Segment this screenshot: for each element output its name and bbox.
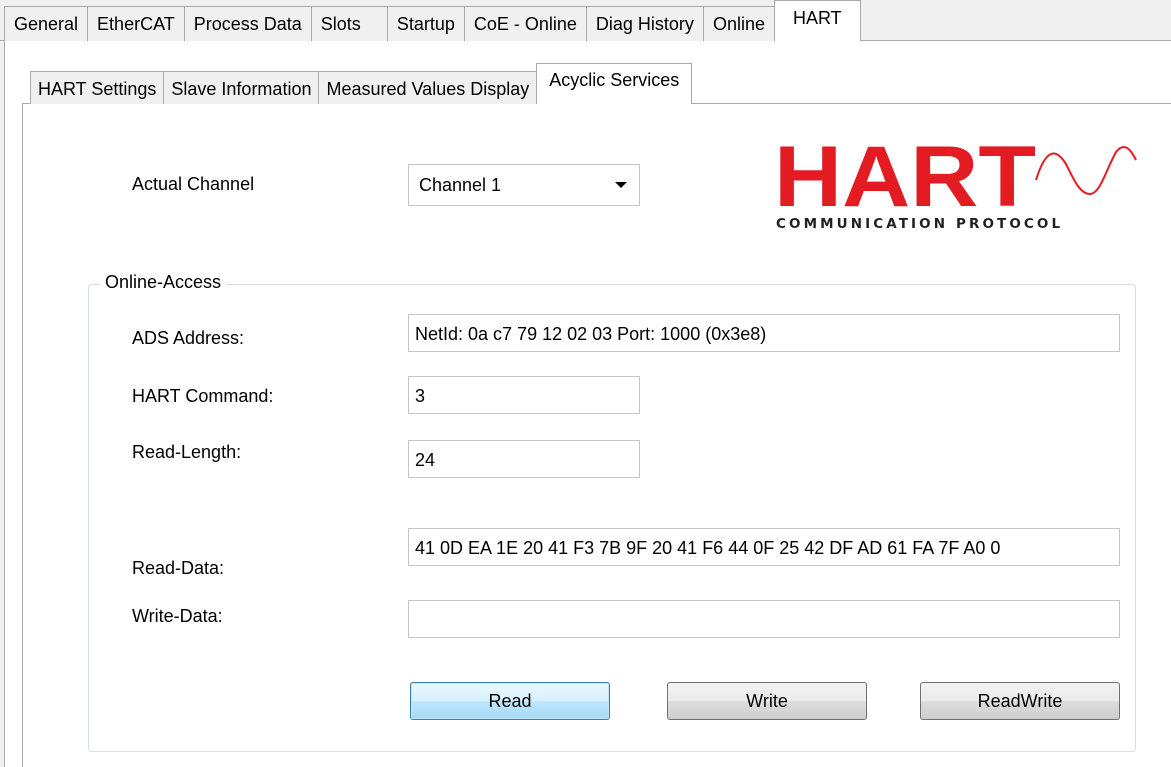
tab-startup[interactable]: Startup: [386, 6, 464, 41]
read-data-label: Read-Data:: [132, 558, 225, 578]
read-data-field[interactable]: 41 0D EA 1E 20 41 F3 7B 9F 20 41 F6 44 0…: [408, 528, 1120, 566]
tab-diag-history[interactable]: Diag History: [585, 6, 703, 41]
hart-logo-tagline: COMMUNICATION PROTOCOL: [776, 216, 1064, 232]
read-length-field[interactable]: 24: [408, 440, 640, 478]
sine-wave-icon: [1035, 145, 1137, 196]
hart-logo-wordmark: HART: [774, 140, 1036, 225]
channel-select-value: Channel 1: [419, 175, 502, 195]
ads-address-label: ADS Address:: [132, 328, 245, 348]
tab-measured-values-display[interactable]: Measured Values Display: [318, 71, 537, 104]
chevron-down-icon[interactable]: [615, 182, 627, 188]
tab-slave-information[interactable]: Slave Information: [163, 71, 319, 104]
readwrite-button[interactable]: ReadWrite: [920, 682, 1120, 720]
tab-hart[interactable]: HART: [773, 0, 861, 41]
inner-tab-strip: HART Settings Slave Information Measured…: [30, 63, 693, 104]
tab-coe-online[interactable]: CoE - Online: [463, 6, 586, 41]
actual-channel-label: Actual Channel: [132, 174, 255, 194]
hart-command-field[interactable]: 3: [408, 376, 640, 414]
write-data-label: Write-Data:: [132, 606, 223, 626]
online-access-title: Online-Access: [100, 272, 227, 293]
write-button[interactable]: Write: [667, 682, 867, 720]
tab-slots[interactable]: Slots: [310, 6, 387, 41]
ads-address-field[interactable]: NetId: 0a c7 79 12 02 03 Port: 1000 (0x3…: [408, 314, 1120, 352]
tab-online[interactable]: Online: [702, 6, 774, 41]
write-data-field[interactable]: [408, 600, 1120, 638]
tab-hart-settings[interactable]: HART Settings: [30, 71, 164, 104]
channel-select[interactable]: Channel 1: [408, 164, 640, 206]
tab-process-data[interactable]: Process Data: [183, 6, 311, 41]
hart-command-label: HART Command:: [132, 386, 274, 406]
hart-config-window: General EtherCAT Process Data Slots Star…: [0, 0, 1171, 767]
read-length-label: Read-Length:: [132, 442, 242, 462]
tab-general[interactable]: General: [4, 6, 88, 41]
outer-tab-strip: General EtherCAT Process Data Slots Star…: [4, 0, 861, 41]
tab-ethercat[interactable]: EtherCAT: [87, 6, 184, 41]
read-button[interactable]: Read: [410, 682, 610, 720]
tab-acyclic-services[interactable]: Acyclic Services: [536, 63, 693, 104]
